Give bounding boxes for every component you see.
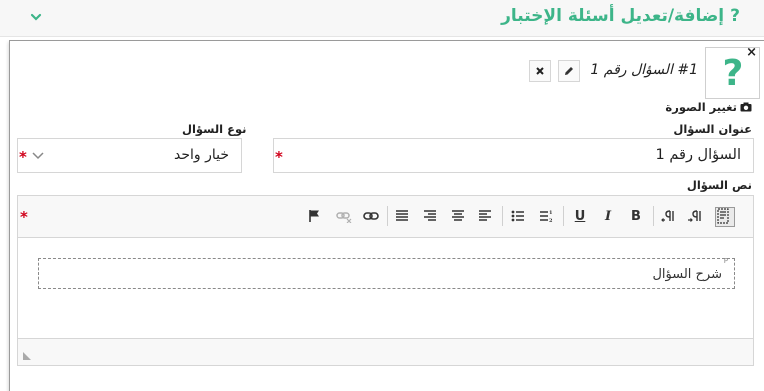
chevron-down-icon <box>32 152 44 160</box>
align-right-icon[interactable] <box>423 209 439 225</box>
question-heading: #1 السؤال رقم 1 <box>590 62 698 78</box>
pencil-icon <box>565 67 573 75</box>
delete-question-button[interactable] <box>529 60 551 82</box>
edit-question-button[interactable] <box>558 60 580 82</box>
title-label: عنوان السؤال <box>673 122 752 136</box>
question-type-select[interactable]: خيار واحد <box>17 138 242 173</box>
required-mark: * <box>19 148 27 166</box>
section-title-text: إضافة/تعديل أسئلة الإختبار <box>501 6 725 26</box>
change-image-link[interactable]: تغيير الصورة <box>665 100 752 114</box>
resize-handle-icon[interactable] <box>22 351 32 361</box>
show-blocks-icon[interactable] <box>715 207 735 227</box>
question-panel: ? × #1 السؤال رقم 1 تغيير الصورة عنوان ا… <box>9 40 764 391</box>
text-label: نص السؤال <box>686 178 752 192</box>
type-label: نوع السؤال <box>182 122 247 136</box>
question-type-value: خيار واحد <box>173 147 229 163</box>
paragraph-block[interactable]: P شرح السؤال <box>38 257 735 289</box>
flag-icon[interactable] <box>308 209 324 225</box>
align-left-icon[interactable] <box>478 209 494 225</box>
block-tag-label: P <box>723 257 728 265</box>
section-header[interactable]: ?إضافة/تعديل أسئلة الإختبار <box>0 0 764 37</box>
svg-text:1: 1 <box>549 210 552 216</box>
unlink-icon[interactable] <box>336 209 352 225</box>
question-mark-icon: ? <box>722 53 744 94</box>
text-direction-ltr-icon[interactable] <box>688 209 704 225</box>
numbered-list-icon[interactable]: 12 <box>539 209 555 225</box>
bulleted-list-icon[interactable] <box>511 209 527 225</box>
svg-text:2: 2 <box>549 218 553 223</box>
editor-content[interactable]: P شرح السؤال <box>18 238 753 338</box>
underline-button[interactable]: U <box>572 209 588 225</box>
section-title: ?إضافة/تعديل أسئلة الإختبار <box>501 6 740 26</box>
change-image-label: تغيير الصورة <box>665 100 737 114</box>
text-direction-rtl-icon[interactable] <box>661 209 677 225</box>
editor-toolbar: * 1 2 U I B <box>18 196 753 238</box>
required-mark: * <box>275 148 283 166</box>
remove-image-button[interactable]: × <box>746 45 757 60</box>
rich-text-editor: * 1 2 U I B P شرح السؤال <box>17 195 754 366</box>
italic-button[interactable]: I <box>600 209 616 225</box>
question-title-input[interactable]: السؤال رقم 1 <box>273 138 754 173</box>
close-icon <box>536 67 544 75</box>
chevron-down-icon[interactable] <box>30 11 42 23</box>
required-mark: * <box>20 208 28 226</box>
link-icon[interactable] <box>363 209 379 225</box>
align-center-icon[interactable] <box>451 209 467 225</box>
editor-statusbar <box>18 338 753 365</box>
camera-icon <box>740 102 752 112</box>
bold-button[interactable]: B <box>628 209 644 225</box>
question-image[interactable]: ? × <box>705 45 760 99</box>
question-mark-icon: ? <box>730 6 740 26</box>
align-justify-icon[interactable] <box>395 209 411 225</box>
question-text: شرح السؤال <box>652 267 722 282</box>
